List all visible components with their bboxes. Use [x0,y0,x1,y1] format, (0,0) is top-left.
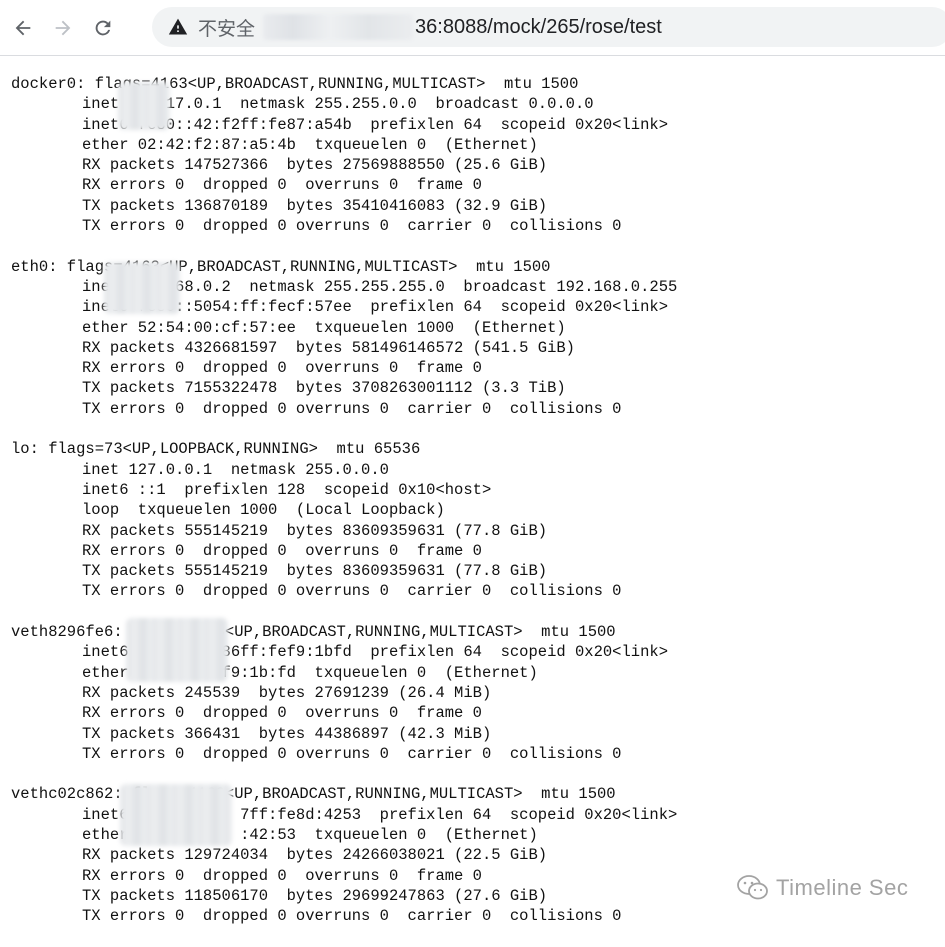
output-line: TX errors 0 dropped 0 overruns 0 carrier… [82,744,622,763]
output-line: inet 127.0.0.1 netmask 255.0.0.0 [82,460,389,479]
address-bar[interactable]: 不安全 36:8088/mock/265/rose/test [152,7,945,47]
output-line: RX packets 245539 bytes 27691239 (26.4 M… [82,683,492,702]
redaction-blur [120,784,232,846]
redacted-host [263,14,414,40]
output-line: TX packets 7155322478 bytes 370826300111… [82,379,566,398]
output-line: loop txqueuelen 1000 (Local Loopback) [82,501,445,520]
watermark-text: Timeline Sec [776,875,909,900]
output-line: ether 52:54:00:cf:57:ee txqueuelen 1000 … [82,318,566,337]
watermark: Timeline Sec [736,874,908,902]
reload-button[interactable] [86,11,120,45]
output-line: TX packets 366431 bytes 44386897 (42.3 M… [82,724,492,743]
output-line: RX errors 0 dropped 0 overruns 0 frame 0 [82,541,482,560]
warning-icon[interactable] [168,17,188,37]
output-line: RX packets 4326681597 bytes 581496146572… [82,338,575,357]
browser-toolbar: 不安全 36:8088/mock/265/rose/test [0,0,945,56]
output-line: TX packets 136870189 bytes 35410416083 (… [82,196,548,215]
output-line: RX errors 0 dropped 0 overruns 0 frame 0 [82,359,482,378]
output-line: RX packets 147527366 bytes 27569888550 (… [82,156,548,175]
wechat-icon [737,875,768,900]
redaction-blur [104,262,180,314]
redaction-blur [126,618,228,682]
arrow-left-icon [15,20,31,35]
output-line: RX errors 0 dropped 0 overruns 0 frame 0 [82,176,482,195]
output-line: TX errors 0 dropped 0 overruns 0 carrier… [82,217,622,236]
url-text[interactable]: 36:8088/mock/265/rose/test [415,16,662,39]
output-line: TX errors 0 dropped 0 overruns 0 carrier… [82,582,622,601]
interface-header: lo: flags=73<UP,LOOPBACK,RUNNING> mtu 65… [11,440,421,459]
output-line: RX packets 129724034 bytes 24266038021 (… [82,846,548,865]
output-line: TX errors 0 dropped 0 overruns 0 carrier… [82,907,622,926]
output-line: RX packets 555145219 bytes 83609359631 (… [82,521,548,540]
output-line: TX packets 555145219 bytes 83609359631 (… [82,562,548,581]
output-line: RX errors 0 dropped 0 overruns 0 frame 0 [82,704,482,723]
output-line: TX errors 0 dropped 0 overruns 0 carrier… [82,399,622,418]
back-button[interactable] [6,11,40,45]
forward-button[interactable] [46,11,80,45]
security-label[interactable]: 不安全 [198,14,255,41]
redaction-blur [118,82,170,130]
interface-block: lo: flags=73<UP,LOOPBACK,RUNNING> mtu 65… [11,439,931,601]
reload-icon [95,20,111,35]
arrow-right-icon [55,20,71,35]
output-line: ether 02:42:f2:87:a5:4b txqueuelen 0 (Et… [82,135,538,154]
output-line: inet6 ::1 prefixlen 128 scopeid 0x10<hos… [82,480,492,499]
